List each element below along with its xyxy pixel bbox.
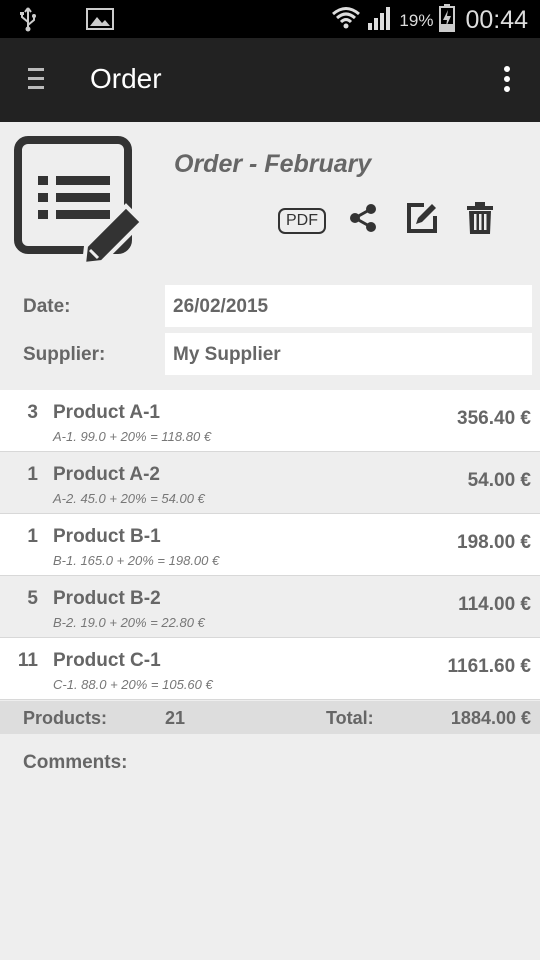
page-title: Order bbox=[90, 63, 162, 94]
status-bar: 19% 00:44 bbox=[0, 0, 540, 38]
supplier-row: Supplier: My Supplier bbox=[0, 333, 540, 375]
supplier-field[interactable]: My Supplier bbox=[165, 333, 532, 375]
wifi-icon bbox=[331, 5, 361, 36]
item-name: Product A-2 bbox=[53, 464, 160, 485]
pdf-button[interactable]: PDF bbox=[278, 207, 326, 234]
list-item[interactable]: 1 Product A-2 A-2. 45.0 + 20% = 54.00 € … bbox=[0, 452, 540, 514]
item-detail: B-2. 19.0 + 20% = 22.80 € bbox=[53, 615, 205, 630]
item-quantity: 1 bbox=[27, 526, 38, 547]
clock: 00:44 bbox=[465, 6, 528, 34]
total-label: Total: bbox=[326, 708, 374, 728]
item-price: 1161.60 € bbox=[447, 656, 531, 677]
item-price: 114.00 € bbox=[458, 594, 531, 615]
item-price: 54.00 € bbox=[467, 470, 531, 491]
item-detail: B-1. 165.0 + 20% = 198.00 € bbox=[53, 553, 220, 568]
item-detail: A-2. 45.0 + 20% = 54.00 € bbox=[53, 491, 205, 506]
battery-percent: 19% bbox=[399, 10, 434, 30]
list-item[interactable]: 3 Product A-1 A-1. 99.0 + 20% = 118.80 €… bbox=[0, 390, 540, 452]
delete-button[interactable] bbox=[466, 202, 494, 239]
item-price: 356.40 € bbox=[457, 408, 531, 429]
date-label: Date: bbox=[23, 296, 71, 317]
item-detail: C-1. 88.0 + 20% = 105.60 € bbox=[53, 677, 213, 692]
edit-icon bbox=[406, 202, 438, 239]
item-name: Product A-1 bbox=[53, 402, 160, 423]
signal-icon bbox=[367, 5, 393, 36]
drawer-menu-icon[interactable] bbox=[28, 68, 46, 92]
overflow-menu-icon[interactable] bbox=[504, 66, 512, 96]
supplier-value: My Supplier bbox=[173, 344, 281, 365]
image-icon bbox=[86, 8, 114, 35]
share-button[interactable] bbox=[348, 203, 378, 238]
order-summary: Products: 21 Total: 1884.00 € bbox=[0, 701, 540, 734]
battery-charging-icon bbox=[439, 4, 456, 37]
list-item[interactable]: 1 Product B-1 B-1. 165.0 + 20% = 198.00 … bbox=[0, 514, 540, 576]
item-quantity: 1 bbox=[27, 464, 38, 485]
share-icon bbox=[348, 203, 378, 238]
item-quantity: 5 bbox=[27, 588, 38, 609]
trash-icon bbox=[466, 202, 494, 239]
order-items-list: 3 Product A-1 A-1. 99.0 + 20% = 118.80 €… bbox=[0, 390, 540, 700]
item-name: Product B-2 bbox=[53, 588, 161, 609]
item-name: Product C-1 bbox=[53, 650, 161, 671]
order-header: Order - February PDF bbox=[0, 122, 540, 282]
edit-button[interactable] bbox=[406, 202, 438, 239]
item-quantity: 3 bbox=[27, 402, 38, 423]
list-item[interactable]: 5 Product B-2 B-2. 19.0 + 20% = 22.80 € … bbox=[0, 576, 540, 638]
usb-icon bbox=[18, 6, 38, 37]
item-detail: A-1. 99.0 + 20% = 118.80 € bbox=[53, 429, 212, 444]
products-count: 21 bbox=[165, 708, 186, 728]
app-bar: Order bbox=[0, 38, 540, 122]
item-quantity: 11 bbox=[17, 650, 38, 671]
total-value: 1884.00 € bbox=[450, 708, 531, 728]
order-actions: PDF bbox=[278, 202, 516, 239]
products-label: Products: bbox=[23, 708, 108, 728]
item-price: 198.00 € bbox=[457, 532, 531, 553]
date-value: 26/02/2015 bbox=[173, 296, 269, 317]
order-title: Order - February bbox=[174, 150, 372, 178]
pdf-icon: PDF bbox=[278, 207, 326, 234]
date-row: Date: 26/02/2015 bbox=[0, 285, 540, 327]
order-list-icon bbox=[14, 136, 146, 271]
date-field[interactable]: 26/02/2015 bbox=[165, 285, 532, 327]
comments-label: Comments: bbox=[23, 752, 128, 773]
list-item[interactable]: 11 Product C-1 C-1. 88.0 + 20% = 105.60 … bbox=[0, 638, 540, 700]
item-name: Product B-1 bbox=[53, 526, 161, 547]
supplier-label: Supplier: bbox=[23, 344, 106, 365]
